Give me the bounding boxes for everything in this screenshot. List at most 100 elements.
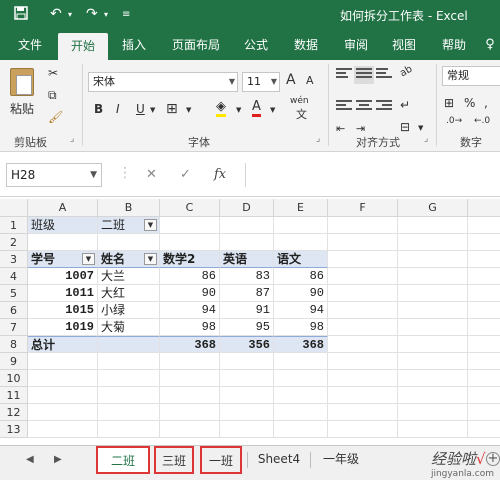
grid-cell[interactable] xyxy=(398,404,468,421)
cell-b5[interactable]: 大红 xyxy=(98,285,160,302)
paste-button[interactable]: 粘贴 xyxy=(10,100,34,117)
cell-b8[interactable] xyxy=(98,336,160,353)
grid-cell[interactable] xyxy=(468,251,500,268)
grid-cell[interactable] xyxy=(468,285,500,302)
copy-icon[interactable]: ⧉ xyxy=(48,88,57,103)
cell-e7[interactable]: 98 xyxy=(274,319,328,336)
cell-c5[interactable]: 90 xyxy=(160,285,220,302)
chevron-down-icon[interactable]: ▼ xyxy=(270,106,275,114)
orientation-icon[interactable]: ab xyxy=(398,64,414,80)
name-box[interactable]: H28 ▼ xyxy=(6,163,102,187)
grid-cell[interactable] xyxy=(28,353,98,370)
grid-cell[interactable] xyxy=(468,336,500,353)
clipboard-launcher-icon[interactable]: ⌟ xyxy=(70,134,74,144)
row-header-3[interactable]: 3 xyxy=(0,251,28,268)
grid-cell[interactable] xyxy=(274,370,328,387)
font-size-select[interactable]: 11 ▼ xyxy=(242,72,280,92)
grid-cell[interactable] xyxy=(328,421,398,438)
row-header-11[interactable]: 11 xyxy=(0,387,28,404)
customize-toolbar-icon[interactable]: ≡ xyxy=(122,9,130,20)
column-header-e[interactable]: E xyxy=(274,199,328,217)
increase-decimal-icon[interactable]: .0→ xyxy=(446,116,462,126)
grid-cell[interactable] xyxy=(274,387,328,404)
grid-cell[interactable] xyxy=(98,421,160,438)
scroll-right-icon[interactable]: ▶ xyxy=(54,454,62,465)
add-sheet-icon[interactable]: + xyxy=(486,452,500,466)
grid-cell[interactable] xyxy=(98,370,160,387)
cell-e4[interactable]: 86 xyxy=(274,268,328,285)
grid-cell[interactable] xyxy=(468,234,500,251)
row-header-5[interactable]: 5 xyxy=(0,285,28,302)
grid-cell[interactable] xyxy=(28,234,98,251)
scroll-left-icon[interactable]: ◀ xyxy=(26,454,34,465)
grid-cell[interactable] xyxy=(398,285,468,302)
align-bottom-icon[interactable] xyxy=(376,68,392,82)
row-header-2[interactable]: 2 xyxy=(0,234,28,251)
cell-b3[interactable]: 姓名 ▼ xyxy=(98,251,160,268)
cell-a3[interactable]: 学号 ▼ xyxy=(28,251,98,268)
column-header-g[interactable]: G xyxy=(398,199,468,217)
comma-style-icon[interactable]: , xyxy=(484,96,488,110)
grid-cell[interactable] xyxy=(220,387,274,404)
cell-b4[interactable]: 大兰 xyxy=(98,268,160,285)
grid-cell[interactable] xyxy=(160,370,220,387)
tab-review[interactable]: 审阅 xyxy=(336,30,376,60)
format-painter-icon[interactable]: 🖌 xyxy=(48,110,63,124)
tab-formulas[interactable]: 公式 xyxy=(236,30,276,60)
cell-d8[interactable]: 356 xyxy=(220,336,274,353)
grid-cell[interactable] xyxy=(468,387,500,404)
filter-active-icon[interactable]: ▼ xyxy=(144,219,157,231)
grid-cell[interactable] xyxy=(468,353,500,370)
paste-icon[interactable] xyxy=(10,68,34,96)
cell-a6[interactable]: 1015 xyxy=(28,302,98,319)
column-header-h[interactable] xyxy=(468,199,500,217)
cell-c7[interactable]: 98 xyxy=(160,319,220,336)
filter-dropdown-icon[interactable]: ▼ xyxy=(144,253,157,265)
cell-d7[interactable]: 95 xyxy=(220,319,274,336)
grid-cell[interactable] xyxy=(220,234,274,251)
tab-file[interactable]: 文件 xyxy=(10,30,50,60)
grid-cell[interactable] xyxy=(160,387,220,404)
row-header-1[interactable]: 1 xyxy=(0,217,28,234)
insert-function-icon[interactable]: fx xyxy=(214,167,226,182)
cell-c6[interactable]: 94 xyxy=(160,302,220,319)
font-color-icon[interactable]: A xyxy=(252,100,261,117)
grow-font-button[interactable]: A xyxy=(286,72,296,88)
borders-icon[interactable]: ⊞ xyxy=(166,101,178,117)
cell-e5[interactable]: 90 xyxy=(274,285,328,302)
align-right-icon[interactable] xyxy=(376,100,392,114)
phonetic-guide-button[interactable]: wén xyxy=(290,96,309,106)
tab-page-layout[interactable]: 页面布局 xyxy=(164,30,228,60)
sheet-tab-class3[interactable]: 三班 xyxy=(154,446,194,474)
grid-cell[interactable] xyxy=(328,387,398,404)
alignment-launcher-icon[interactable]: ⌟ xyxy=(424,134,428,144)
grid-cell[interactable] xyxy=(328,302,398,319)
row-header-9[interactable]: 9 xyxy=(0,353,28,370)
align-middle-icon[interactable] xyxy=(354,66,374,84)
grid-cell[interactable] xyxy=(398,217,468,234)
font-name-select[interactable]: 宋体 ▼ xyxy=(88,72,238,92)
grid-cell[interactable] xyxy=(98,387,160,404)
formula-bar-handle-icon[interactable]: ⋮ xyxy=(118,165,132,181)
grid-cell[interactable] xyxy=(398,251,468,268)
row-header-10[interactable]: 10 xyxy=(0,370,28,387)
font-launcher-icon[interactable]: ⌟ xyxy=(316,134,320,144)
column-header-f[interactable]: F xyxy=(328,199,398,217)
grid-cell[interactable] xyxy=(468,404,500,421)
grid-cell[interactable] xyxy=(398,319,468,336)
grid-cell[interactable] xyxy=(398,302,468,319)
chevron-down-icon[interactable]: ▼ xyxy=(186,106,191,114)
italic-button[interactable]: I xyxy=(116,102,120,116)
align-top-icon[interactable] xyxy=(336,68,352,82)
cell-e8[interactable]: 368 xyxy=(274,336,328,353)
grid-cell[interactable] xyxy=(98,234,160,251)
filter-dropdown-icon[interactable]: ▼ xyxy=(82,253,95,265)
chevron-down-icon[interactable]: ▼ xyxy=(150,106,155,114)
number-format-select[interactable]: 常规 xyxy=(442,66,500,86)
grid-cell[interactable] xyxy=(328,370,398,387)
grid-cell[interactable] xyxy=(468,302,500,319)
sheet-tab-sheet4[interactable]: Sheet4 xyxy=(252,446,306,474)
cell-b1[interactable]: 二班 ▼ xyxy=(98,217,160,234)
cell-c3[interactable]: 数学2 xyxy=(160,251,220,268)
row-header-7[interactable]: 7 xyxy=(0,319,28,336)
